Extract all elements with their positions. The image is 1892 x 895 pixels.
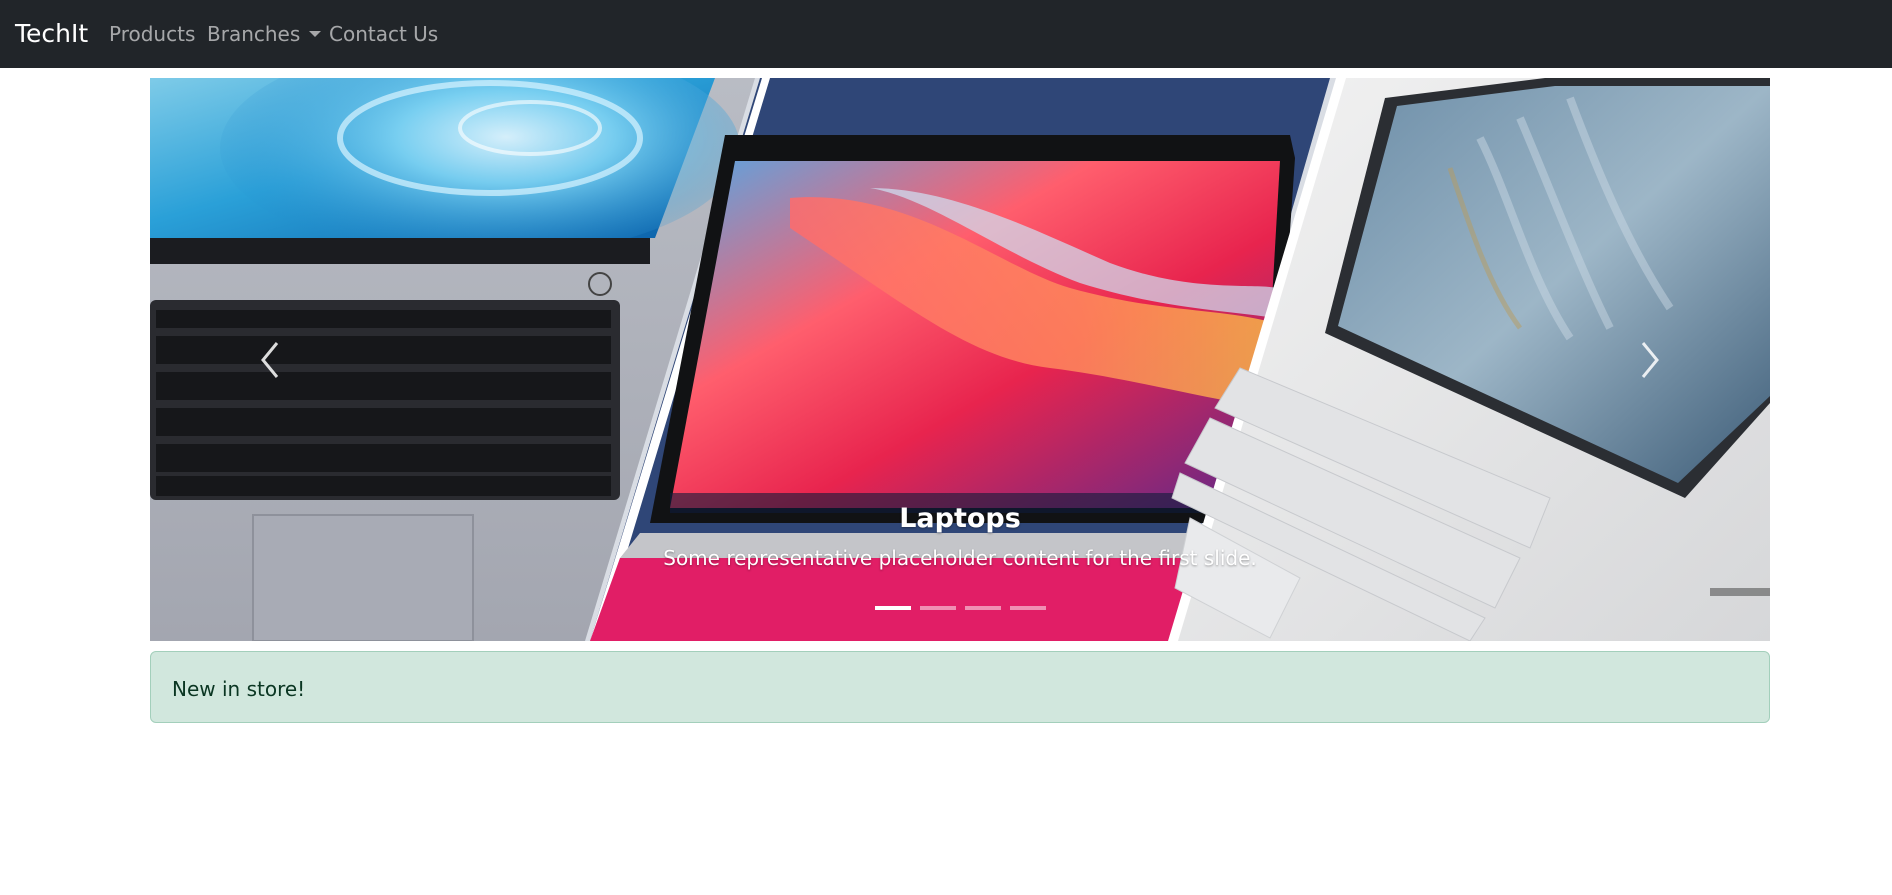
carousel-indicators [150,606,1770,610]
nav-link-products-label: Products [109,22,196,46]
hero-carousel: Laptops Some representative placeholder … [150,78,1770,641]
nav-link-products[interactable]: Products [109,22,195,46]
chevron-right-icon [1641,341,1659,378]
nav-link-contact-us-label: Contact Us [329,22,439,46]
nav-dropdown-branches-label: Branches [207,22,301,46]
nav-dropdown-branches[interactable]: Branches [207,22,322,46]
caret-down-icon [309,31,322,37]
carousel-indicator-4[interactable] [1009,606,1046,610]
nav-link-contact-us[interactable]: Contact Us [329,22,438,46]
top-navbar: TechIt Products Branches Contact Us [0,0,1892,68]
carousel-caption-text: Some representative placeholder content … [663,546,1257,570]
carousel-indicator-2[interactable] [919,606,956,610]
carousel-caption-title: Laptops [899,503,1021,534]
carousel-indicator-1[interactable] [874,606,911,610]
brand-logo-link[interactable]: TechIt [15,19,88,49]
new-in-store-alert: New in store! [150,651,1770,723]
chevron-left-icon [261,341,279,378]
alert-message: New in store! [172,677,306,701]
carousel-indicator-3[interactable] [964,606,1001,610]
